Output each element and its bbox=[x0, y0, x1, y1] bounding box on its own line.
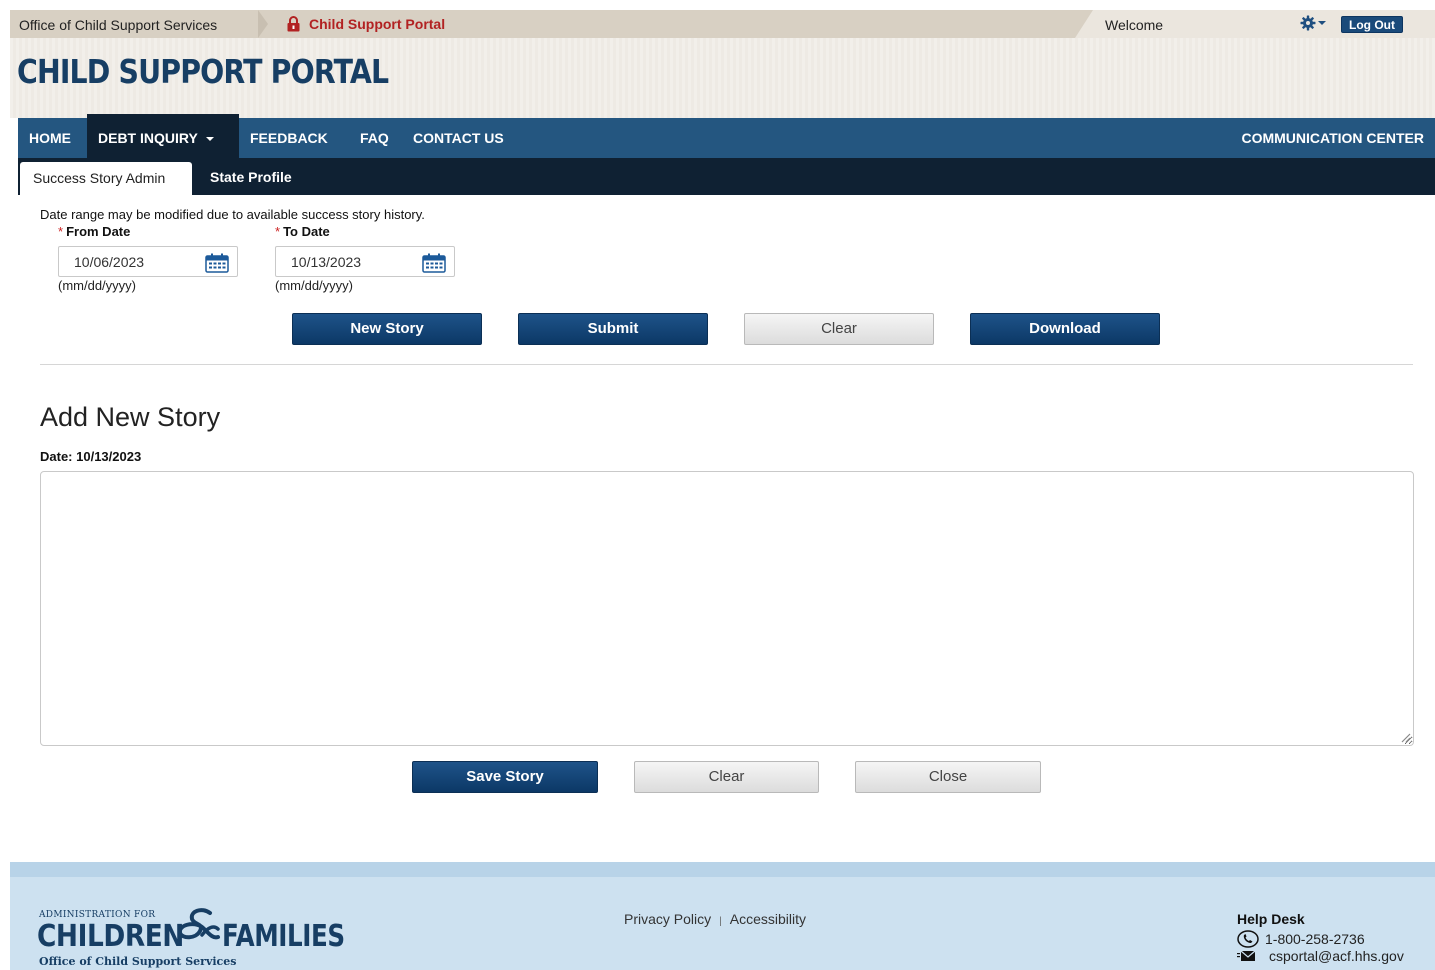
caret-down-icon bbox=[205, 137, 214, 142]
envelope-icon bbox=[1237, 950, 1256, 961]
to-date-format-hint: (mm/dd/yyyy) bbox=[275, 278, 353, 293]
portal-link[interactable]: Child Support Portal bbox=[286, 16, 445, 32]
nav-feedback[interactable]: FEEDBACK bbox=[250, 130, 328, 146]
privacy-policy-link[interactable]: Privacy Policy bbox=[624, 911, 711, 927]
main-nav: HOME DEBT INQUIRY FEEDBACK FAQ CONTACT U… bbox=[18, 114, 1435, 158]
clear-filters-button[interactable]: Clear bbox=[744, 313, 934, 345]
from-date-label-text: From Date bbox=[66, 224, 131, 239]
to-date-value: 10/13/2023 bbox=[291, 254, 362, 270]
save-story-button[interactable]: Save Story bbox=[412, 761, 598, 793]
calendar-icon[interactable] bbox=[205, 253, 229, 273]
tab-state-profile[interactable]: State Profile bbox=[210, 169, 292, 185]
from-date-label: * From Date bbox=[58, 224, 130, 239]
to-date-field[interactable]: 10/13/2023 bbox=[275, 246, 455, 277]
story-date: Date: 10/13/2023 bbox=[40, 449, 142, 464]
help-email-link[interactable]: csportal@acf.hhs.gov bbox=[1269, 948, 1404, 964]
help-email: csportal@acf.hhs.gov bbox=[1237, 948, 1404, 964]
acf-logo-families: FAMILIES bbox=[222, 919, 345, 954]
help-phone: 1-800-258-2736 bbox=[1237, 930, 1365, 948]
accessibility-link[interactable]: Accessibility bbox=[730, 911, 806, 927]
help-desk-title: Help Desk bbox=[1237, 911, 1305, 927]
to-date-label-text: To Date bbox=[283, 224, 330, 239]
portal-link-label: Child Support Portal bbox=[309, 16, 446, 32]
nav-debt-inquiry-label: DEBT INQUIRY bbox=[98, 130, 198, 146]
ampersand-logo-icon bbox=[177, 908, 220, 940]
nav-communication-center[interactable]: COMMUNICATION CENTER bbox=[1241, 130, 1424, 146]
footer: ADMINISTRATION FOR CHILDREN FAMILIES Off… bbox=[10, 877, 1435, 970]
close-button[interactable]: Close bbox=[855, 761, 1041, 793]
welcome-text: Welcome bbox=[1105, 17, 1164, 33]
submit-button[interactable]: Submit bbox=[518, 313, 708, 345]
required-marker: * bbox=[275, 224, 281, 239]
breadcrumb-separator bbox=[258, 10, 268, 38]
page-title: CHILD SUPPORT PORTAL bbox=[17, 52, 389, 91]
nav-faq[interactable]: FAQ bbox=[360, 130, 389, 146]
lock-icon bbox=[287, 16, 300, 32]
clear-story-button[interactable]: Clear bbox=[634, 761, 819, 793]
from-date-value: 10/06/2023 bbox=[74, 254, 145, 270]
required-marker: * bbox=[58, 224, 64, 239]
acf-logo-children: CHILDREN bbox=[37, 919, 184, 954]
new-story-button[interactable]: New Story bbox=[292, 313, 482, 345]
logout-button[interactable]: Log Out bbox=[1341, 16, 1403, 33]
from-date-field[interactable]: 10/06/2023 bbox=[58, 246, 238, 277]
tab-success-story-admin[interactable]: Success Story Admin bbox=[20, 162, 192, 195]
date-range-note: Date range may be modified due to availa… bbox=[40, 207, 425, 222]
nav-debt-inquiry[interactable]: DEBT INQUIRY bbox=[98, 130, 214, 146]
settings-menu[interactable] bbox=[1300, 15, 1326, 31]
footer-strip bbox=[10, 862, 1435, 877]
download-button[interactable]: Download bbox=[970, 313, 1160, 345]
gear-icon bbox=[1300, 15, 1316, 31]
top-bar: Office of Child Support Services Child S… bbox=[10, 10, 1435, 38]
sub-nav: Success Story Admin State Profile bbox=[18, 158, 1435, 195]
footer-links: Privacy Policy | Accessibility bbox=[624, 911, 806, 927]
chevron-down-icon bbox=[1318, 21, 1326, 25]
add-story-heading: Add New Story bbox=[40, 402, 221, 432]
nav-home[interactable]: HOME bbox=[29, 130, 71, 146]
calendar-icon[interactable] bbox=[422, 253, 446, 273]
link-separator: | bbox=[719, 916, 722, 927]
nav-contact-us[interactable]: CONTACT US bbox=[413, 130, 504, 146]
story-textarea[interactable] bbox=[40, 471, 1414, 746]
to-date-label: * To Date bbox=[275, 224, 330, 239]
help-phone-number: 1-800-258-2736 bbox=[1265, 931, 1365, 947]
site-header: CHILD SUPPORT PORTAL bbox=[10, 38, 1435, 118]
divider bbox=[40, 364, 1413, 365]
from-date-format-hint: (mm/dd/yyyy) bbox=[58, 278, 136, 293]
office-link[interactable]: Office of Child Support Services bbox=[19, 17, 217, 33]
resize-grip-icon[interactable] bbox=[1400, 732, 1411, 743]
phone-icon bbox=[1237, 930, 1259, 948]
acf-logo-subtitle: Office of Child Support Services bbox=[39, 955, 237, 968]
